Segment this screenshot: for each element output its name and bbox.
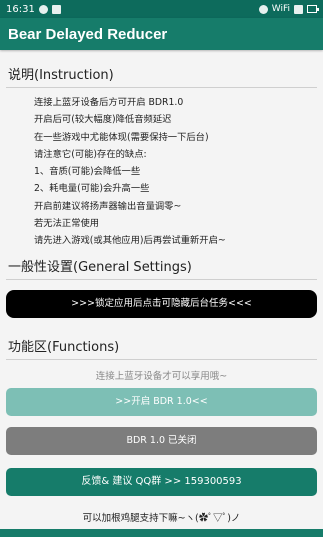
start-bdr-button[interactable]: >>开启 BDR 1.0<< [6,387,317,416]
functions-heading: 功能区(Functions) [8,339,120,355]
app-title: Bear Delayed Reducer [8,25,168,43]
notification-icon [38,4,48,14]
battery-icon [307,5,319,13]
bdr-status-button[interactable]: BDR 1.0 已关闭 [6,426,317,455]
bottom-bar [0,529,323,537]
instruction-line: 在一些游戏中尤能体现(需要保持一下后台) [34,131,209,143]
instruction-list: 连接上蓝牙设备后方可开启 BDR1.0 开启后可(较大幅度)降低音频延迟 在一些… [0,88,323,252]
instruction-line: 开启后可(较大幅度)降低音频延迟 [34,114,172,126]
donate-link[interactable]: 可以加根鸡腿支持下嘛~ヽ(✿ﾟ▽ﾟ)ノ [0,496,323,524]
instruction-line: 请注意它(可能)存在的缺点: [34,148,147,160]
instruction-line: 开启前建议将扬声器输出音量调零~ [34,200,182,212]
instruction-heading: 说明(Instruction) [8,68,114,83]
wifi-badge: WiFi [271,4,290,14]
general-settings-heading: 一般性设置(General Settings) [8,259,192,275]
feedback-button[interactable]: 反馈& 建议 QQ群 >> 159300593 [6,467,317,496]
notification-icon-2 [51,4,61,14]
instruction-line: 请先进入游戏(或其他应用)后再尝试重新开启~ [34,235,226,247]
instruction-line: 1、音质(可能)会降低一些 [34,166,141,178]
instruction-line: 2、耗电量(可能)会升高一些 [34,183,150,195]
status-bar: 16:31 WiFi [0,0,323,18]
instruction-line: 若无法正常使用 [34,218,100,230]
hide-task-button[interactable]: >>>锁定应用后点击可隐藏后台任务<<< [6,289,317,318]
alarm-icon [258,4,268,14]
signal-icon [294,4,303,14]
status-time: 16:31 [6,3,35,15]
instruction-line: 连接上蓝牙设备后方可开启 BDR1.0 [34,97,184,108]
bluetooth-hint: 连接上蓝牙设备才可以享用哦~ [95,370,228,382]
divider [6,278,317,280]
app-bar: Bear Delayed Reducer [0,18,323,50]
